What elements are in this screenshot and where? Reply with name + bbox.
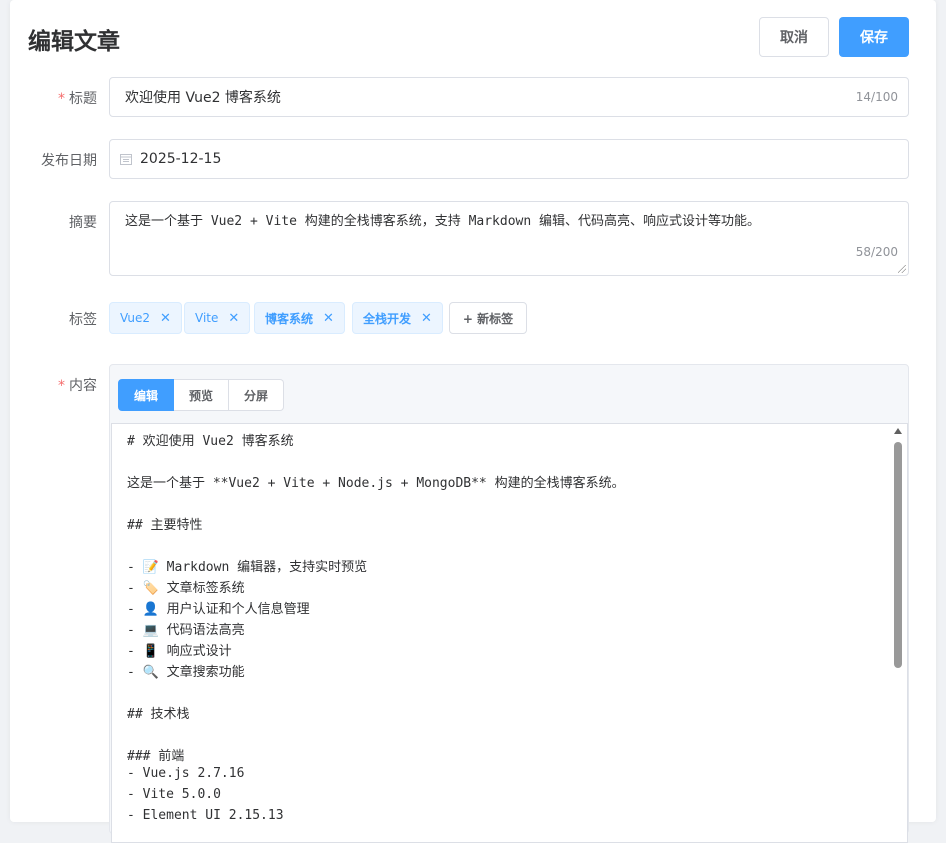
cancel-button[interactable]: 取消	[759, 17, 829, 57]
code-line: - Vite 5.0.0	[127, 787, 221, 802]
code-line: ### 前端	[127, 749, 185, 764]
code-line: - 🏷️ 文章标签系统	[127, 581, 245, 596]
required-mark: *	[58, 378, 65, 394]
summary-value: 这是一个基于 Vue2 + Vite 构建的全栈博客系统，支持 Markdown…	[125, 214, 761, 229]
add-tag-button[interactable]: + 新标签	[449, 302, 527, 334]
code-line: - 💻 代码语法高亮	[127, 623, 245, 638]
title-input[interactable]: 欢迎使用 Vue2 博客系统 14/100	[109, 77, 909, 117]
calendar-icon	[120, 154, 132, 165]
tab-edit[interactable]: 编辑	[118, 379, 174, 411]
code-line: 这是一个基于 **Vue2 + Vite + Node.js + MongoDB…	[127, 476, 625, 491]
editor-mode-tabs: 编辑 预览 分屏	[118, 379, 284, 411]
scrollbar-thumb[interactable]	[894, 442, 902, 668]
code-line: ## 主要特性	[127, 518, 203, 533]
required-mark: *	[58, 91, 65, 107]
title-label: * 标题	[58, 91, 97, 107]
editor-card: 编辑文章 取消 保存 * 标题 欢迎使用 Vue2 博客系统 14/100 发布日…	[10, 0, 936, 843]
content-label: * 内容	[58, 378, 97, 394]
code-line: - Element UI 2.15.13	[127, 808, 284, 823]
scroll-up-arrow-icon[interactable]	[894, 428, 902, 434]
tag-item: Vue2 ✕	[109, 302, 182, 334]
title-char-count: 14/100	[855, 90, 898, 104]
code-line: - 🔍 文章搜索功能	[127, 665, 245, 680]
code-line: - 📱 响应式设计	[127, 644, 232, 659]
close-icon[interactable]: ✕	[228, 311, 239, 326]
close-icon[interactable]: ✕	[323, 311, 334, 326]
resize-handle-icon[interactable]	[898, 265, 906, 273]
summary-label: 摘要	[69, 215, 97, 231]
content-textarea[interactable]: # 欢迎使用 Vue2 博客系统 这是一个基于 **Vue2 + Vite + …	[111, 423, 908, 843]
tags-label: 标签	[69, 312, 97, 328]
vertical-scrollbar[interactable]	[892, 424, 904, 842]
tag-item: 全栈开发 ✕	[352, 302, 443, 334]
date-label: 发布日期	[41, 153, 97, 169]
tag-item: Vite ✕	[184, 302, 251, 334]
date-picker[interactable]: 2025-12-15	[109, 139, 909, 179]
code-line: - 👤 用户认证和个人信息管理	[127, 602, 310, 617]
code-line: # 欢迎使用 Vue2 博客系统	[127, 434, 294, 449]
page-title: 编辑文章	[28, 29, 120, 55]
date-value: 2025-12-15	[140, 151, 222, 167]
code-line: - Vue.js 2.7.16	[127, 766, 245, 781]
title-value: 欢迎使用 Vue2 博客系统	[125, 90, 281, 106]
tab-preview[interactable]: 预览	[174, 379, 229, 411]
summary-textarea[interactable]: 这是一个基于 Vue2 + Vite 构建的全栈博客系统，支持 Markdown…	[109, 201, 909, 276]
code-line: - 📝 Markdown 编辑器，支持实时预览	[127, 560, 368, 575]
save-button[interactable]: 保存	[839, 17, 909, 57]
summary-char-count: 58/200	[855, 245, 898, 259]
markdown-editor: 编辑 预览 分屏 # 欢迎使用 Vue2 博客系统 这是一个基于 **Vue2 …	[109, 364, 909, 843]
close-icon[interactable]: ✕	[160, 311, 171, 326]
tab-split[interactable]: 分屏	[229, 379, 284, 411]
code-line: ## 技术栈	[127, 707, 190, 722]
close-icon[interactable]: ✕	[421, 311, 432, 326]
tag-item: 博客系统 ✕	[254, 302, 345, 334]
